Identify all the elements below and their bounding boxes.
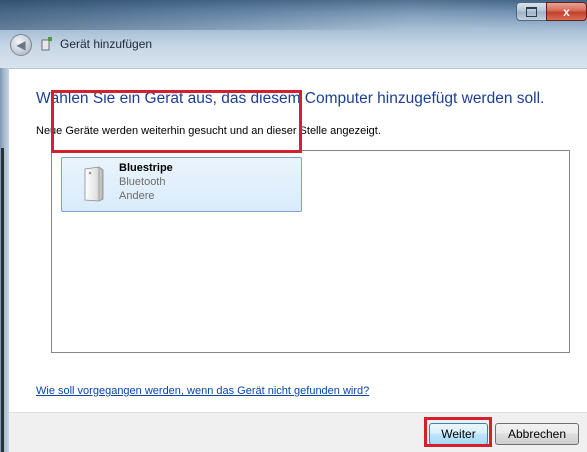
device-not-found-help-link[interactable]: Wie soll vorgegangen werden, wenn das Ge… xyxy=(36,385,369,397)
title-bar: ◀ Gerät hinzufügen x xyxy=(0,0,587,69)
device-category: Andere xyxy=(119,190,155,202)
device-icon xyxy=(84,166,104,202)
window-left-edge xyxy=(0,68,9,452)
cancel-button[interactable]: Abbrechen xyxy=(495,423,579,445)
device-type: Bluetooth xyxy=(119,176,166,188)
device-list[interactable]: Bluestripe Bluetooth Andere xyxy=(51,150,570,353)
restore-icon xyxy=(526,6,537,17)
add-device-app-icon xyxy=(41,37,52,51)
add-device-window: ◀ Gerät hinzufügen x Wählen Sie ein Gerä… xyxy=(0,0,587,452)
device-highlight-frame xyxy=(51,90,302,153)
restore-button[interactable] xyxy=(516,2,546,21)
back-arrow-icon[interactable]: ◀ xyxy=(10,34,32,56)
device-name: Bluestripe xyxy=(119,162,173,174)
next-button-highlight-frame xyxy=(424,417,492,447)
close-button[interactable]: x xyxy=(546,2,587,21)
window-title: Gerät hinzufügen xyxy=(60,37,153,51)
footer-bar: Weiter Abbrechen xyxy=(9,412,587,452)
device-item-bluestripe[interactable]: Bluestripe Bluetooth Andere xyxy=(61,157,302,212)
